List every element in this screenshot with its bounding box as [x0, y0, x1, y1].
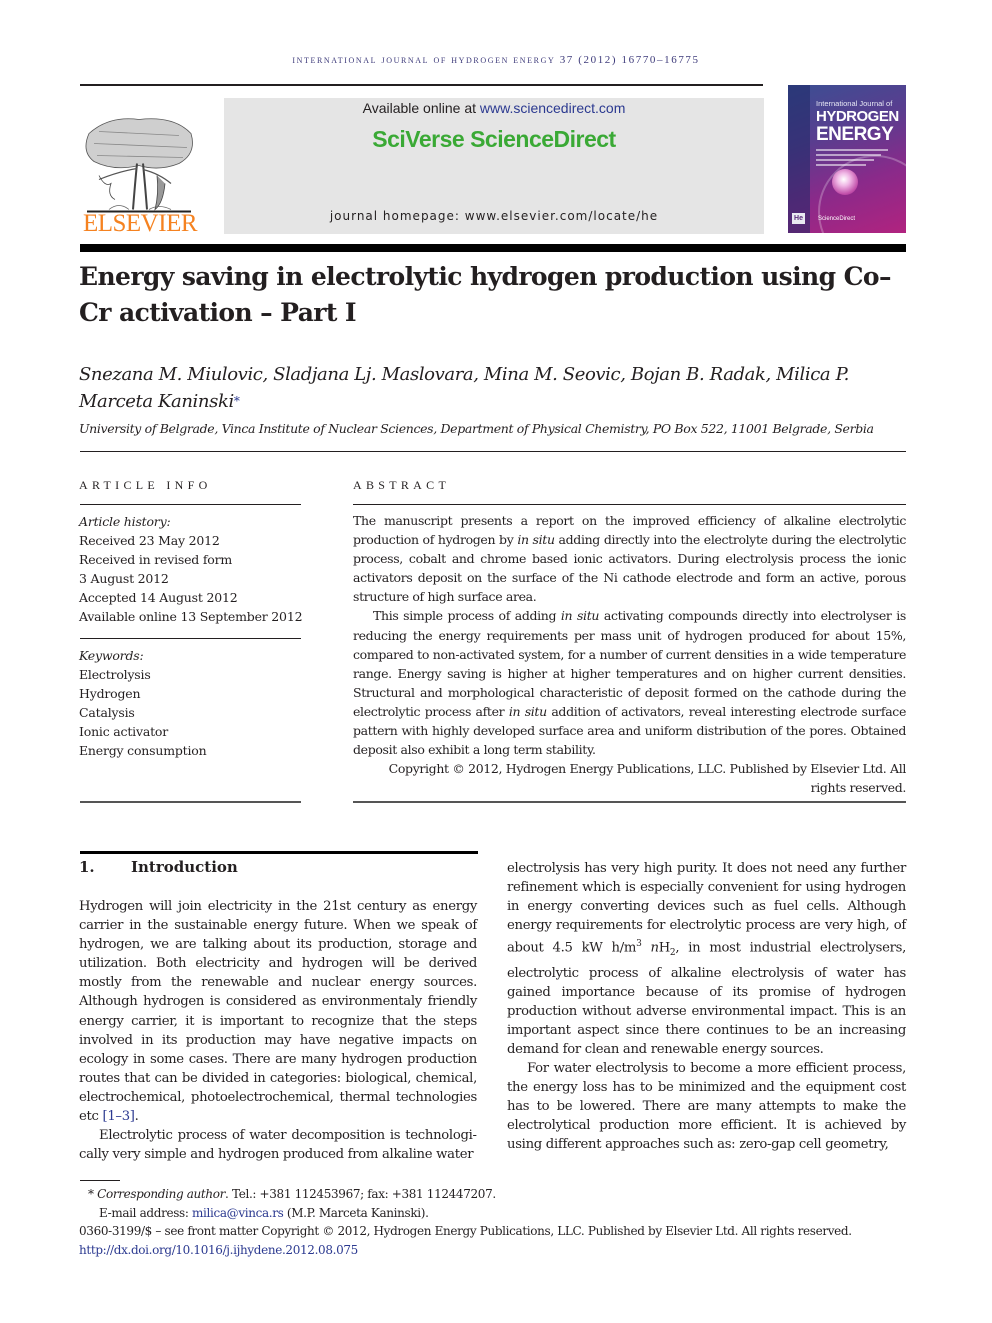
- footnote-star: *: [88, 1187, 94, 1201]
- body-column-left: Hydrogen will join electricity in the 21…: [79, 897, 477, 1164]
- cover-line-1: International Journal of: [816, 99, 893, 108]
- text: activating compounds directly into elect…: [353, 608, 906, 719]
- available-online-line: Available online at www.sciencedirect.co…: [224, 100, 764, 116]
- italic-term: in situ: [508, 703, 547, 719]
- email-owner: (M.P. Marceta Kaninski).: [283, 1205, 429, 1220]
- history-heading: Article history:: [79, 514, 171, 529]
- masthead-rule: [80, 244, 906, 252]
- cover-sciencedirect: ScienceDirect: [818, 216, 856, 222]
- sciencedirect-banner: Available online at www.sciencedirect.co…: [224, 98, 764, 234]
- corresponding-author-note: * Corresponding author. Tel.: +381 11245…: [79, 1185, 919, 1204]
- elsevier-wordmark: ELSEVIER: [82, 210, 198, 237]
- journal-cover-image: International Journal of HYDROGEN ENERGY…: [788, 85, 906, 233]
- article-title: Energy saving in electrolytic hydrogen p…: [79, 262, 891, 327]
- text: .: [134, 1109, 139, 1125]
- section-number: 1.: [79, 858, 95, 876]
- cover-sidebar: [788, 85, 810, 233]
- body-paragraph: Hydrogen will join electricity in the 21…: [79, 897, 477, 1126]
- abstract-rule: [353, 504, 906, 505]
- contact-text: . Tel.: +381 112453967; fax: +381 112447…: [225, 1187, 496, 1201]
- abstract-bottom-rule: [353, 801, 906, 803]
- history-item: 3 August 2012: [79, 571, 169, 586]
- cover-he-badge: He: [792, 213, 805, 224]
- section-heading-introduction: 1. Introduction: [79, 858, 238, 876]
- keywords-heading: Keywords:: [79, 648, 144, 663]
- cover-orb-icon: [832, 169, 858, 195]
- keywords: Keywords: Electrolysis Hydrogen Catalysi…: [79, 646, 304, 760]
- footnotes: * Corresponding author. Tel.: +381 11245…: [79, 1185, 919, 1259]
- italic-n: n: [641, 940, 660, 956]
- header-rule: [80, 84, 763, 86]
- corresponding-author-mark[interactable]: *: [234, 394, 240, 408]
- email-label: E-mail address:: [99, 1205, 192, 1220]
- italic-term: in situ: [517, 532, 555, 548]
- sciverse-logo: SciVerse ScienceDirect: [372, 126, 616, 152]
- section-rule: [80, 851, 478, 854]
- abstract-paragraph: This simple process of adding in situ ac…: [353, 606, 906, 759]
- affiliation: University of Belgrade, Vinca Institute …: [79, 421, 874, 436]
- abstract-body: The manuscript presents a report on the …: [353, 511, 906, 797]
- cover-editor-lines: [816, 149, 888, 169]
- history-rule: [80, 638, 301, 639]
- abstract-label: ABSTRACT: [353, 478, 451, 492]
- cover-line-3: ENERGY: [816, 124, 894, 145]
- cover-line-2: HYDROGEN: [816, 108, 899, 125]
- text: H: [658, 940, 671, 956]
- history-item: Received in revised form: [79, 552, 233, 567]
- abstract-paragraph: The manuscript presents a report on the …: [353, 511, 906, 606]
- email-link[interactable]: milica@vinca.rs: [192, 1206, 284, 1220]
- journal-homepage-link[interactable]: journal homepage: www.elsevier.com/locat…: [224, 209, 764, 223]
- text: , in most industrial electrolysers, elec…: [507, 940, 906, 1057]
- affiliation-rule: [80, 451, 906, 452]
- body-column-right: electrolysis has very high purity. It do…: [507, 859, 906, 1154]
- body-paragraph: For water electrolysis to become a more …: [507, 1060, 906, 1153]
- text: This simple process of adding: [373, 608, 561, 624]
- sciencedirect-link[interactable]: www.sciencedirect.com: [480, 100, 626, 116]
- author-list: Snezana M. Miulovic, Sladjana Lj. Maslov…: [79, 361, 909, 415]
- body-paragraph: Electrolytic process of water decomposit…: [79, 1128, 477, 1163]
- article-info-label: ARTICLE INFO: [79, 478, 212, 492]
- front-matter-note: 0360-3199/$ – see front matter Copyright…: [79, 1224, 852, 1238]
- body-paragraph: electrolysis has very high purity. It do…: [507, 859, 906, 1059]
- article-info-bottom-rule: [80, 801, 301, 803]
- article-history: Article history: Received 23 May 2012 Re…: [79, 512, 304, 626]
- italic-term: in situ: [560, 608, 600, 624]
- keyword-item: Catalysis: [79, 705, 135, 720]
- running-header: INTERNATIONAL JOURNAL OF HYDROGEN ENERGY…: [292, 54, 700, 66]
- history-item: Received 23 May 2012: [79, 533, 220, 548]
- authors-text: Snezana M. Miulovic, Sladjana Lj. Maslov…: [79, 364, 849, 412]
- keyword-item: Electrolysis: [79, 667, 151, 682]
- email-note: E-mail address: milica@vinca.rs (M.P. Ma…: [79, 1204, 919, 1223]
- section-title: Introduction: [131, 858, 238, 876]
- history-item: Accepted 14 August 2012: [79, 590, 238, 605]
- article-info-rule: [80, 504, 301, 505]
- doi-link[interactable]: http://dx.doi.org/10.1016/j.ijhydene.201…: [79, 1241, 919, 1260]
- history-item: Available online 13 September 2012: [79, 609, 303, 624]
- footnote-rule: [80, 1180, 120, 1181]
- keyword-item: Energy consumption: [79, 743, 207, 758]
- citation-link[interactable]: [1–3]: [102, 1109, 134, 1124]
- corresponding-label: Corresponding author: [97, 1187, 226, 1201]
- abstract-copyright: Copyright © 2012, Hydrogen Energy Public…: [388, 761, 907, 796]
- keyword-item: Ionic activator: [79, 724, 168, 739]
- text: Hydrogen will join electricity in the 21…: [79, 899, 477, 1125]
- available-prefix: Available online at: [362, 100, 480, 116]
- keyword-item: Hydrogen: [79, 686, 141, 701]
